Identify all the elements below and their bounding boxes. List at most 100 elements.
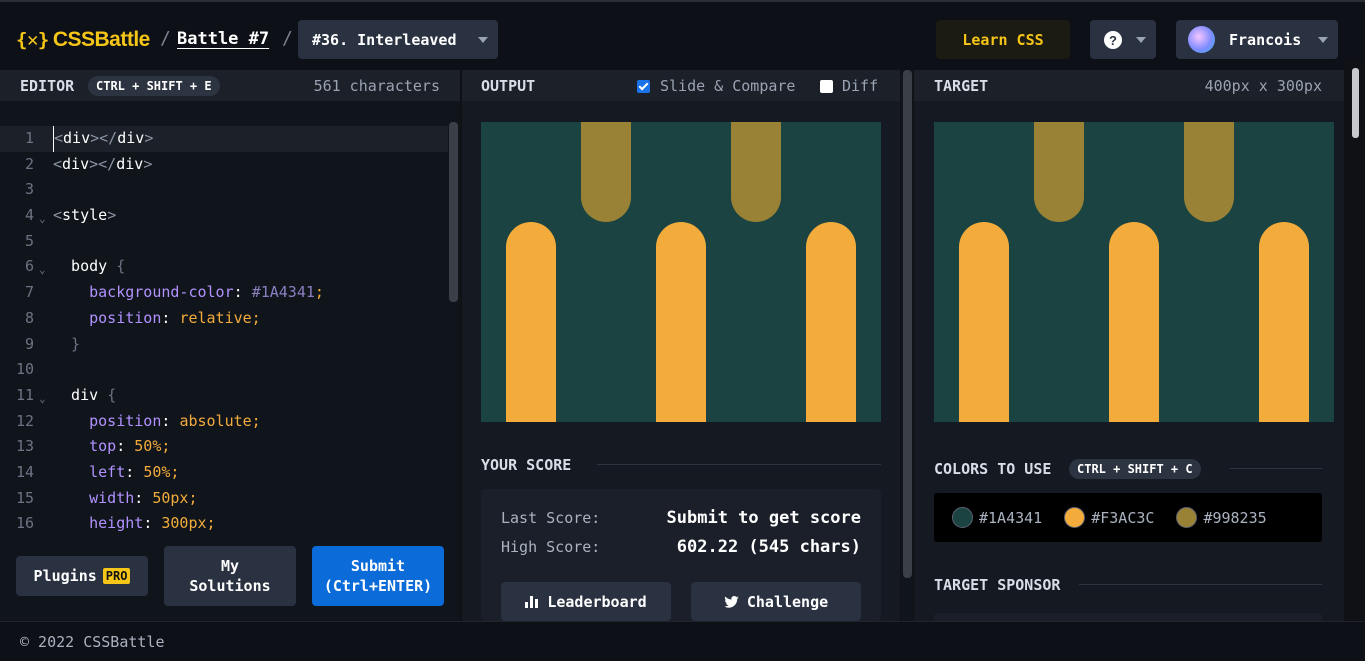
code-text: top: 50%;	[53, 434, 170, 460]
color-swatch[interactable]: #F3AC3C	[1064, 507, 1154, 528]
line-number: 1	[24, 129, 34, 147]
line-number: 12	[15, 411, 34, 430]
code-token: <	[53, 206, 63, 225]
color-dot	[952, 507, 973, 528]
olive-bar	[731, 122, 781, 222]
question-icon: ?	[1104, 31, 1122, 49]
target-select[interactable]: #36. Interleaved	[298, 20, 498, 59]
diff-checkbox[interactable]	[820, 80, 833, 93]
code-text: width: 50px;	[53, 486, 197, 512]
code-token: :	[116, 437, 135, 456]
code-token: #1A4341	[251, 283, 315, 302]
my-solutions-button[interactable]: My Solutions	[164, 546, 296, 606]
leaderboard-label: Leaderboard	[547, 592, 647, 611]
code-token: top	[53, 437, 117, 456]
target-select-value: #36. Interleaved	[312, 30, 457, 49]
code-line[interactable]: 10	[0, 357, 448, 383]
slide-compare-checkbox[interactable]	[637, 80, 650, 93]
code-line[interactable]: 15 width: 50px;	[0, 486, 448, 512]
challenge-button[interactable]: Challenge	[691, 582, 861, 621]
line-number: 3	[24, 180, 34, 199]
logo[interactable]: {✕} CSSBattle	[16, 28, 150, 52]
code-line[interactable]: 2 <div></div>	[0, 152, 448, 178]
submit-button[interactable]: Submit (Ctrl+ENTER)	[312, 546, 444, 606]
battle-link[interactable]: Battle #7	[177, 29, 269, 49]
character-count: 561 characters	[313, 77, 440, 95]
code-token: <	[53, 154, 63, 173]
code-line[interactable]: 9 }	[0, 332, 448, 358]
code-token: position	[53, 308, 162, 327]
code-line[interactable]: 13 top: 50%;	[0, 434, 448, 460]
slide-compare-label[interactable]: Slide & Compare	[660, 77, 795, 95]
line-number: 5	[24, 231, 34, 250]
code-text: body {	[53, 254, 125, 280]
code-line[interactable]: 5	[0, 229, 448, 255]
footer: © 2022 CSSBattle	[0, 621, 1365, 661]
editor-shortcut-badge: CTRL + SHIFT + E	[88, 76, 220, 96]
orange-bar	[656, 222, 706, 422]
top-nav: {✕} CSSBattle / Battle #7 / #36. Interle…	[0, 0, 1365, 70]
olive-bar	[1184, 122, 1234, 222]
output-scrollbar[interactable]	[901, 70, 913, 621]
plugins-button[interactable]: Plugins PRO	[16, 556, 148, 596]
code-token: >	[144, 129, 154, 147]
scrollbar-thumb[interactable]	[1352, 68, 1359, 138]
editor-header: EDITOR CTRL + SHIFT + E 561 characters	[0, 70, 460, 101]
user-menu-button[interactable]: Francois	[1176, 20, 1338, 59]
code-line[interactable]: 8 position: relative;	[0, 306, 448, 332]
colors-title: COLORS TO USE	[934, 460, 1052, 478]
line-number: 16	[15, 514, 34, 533]
target-image	[934, 122, 1334, 422]
code-token: div	[117, 129, 145, 147]
code-token: left	[53, 462, 126, 481]
line-number: 13	[15, 437, 34, 456]
code-line[interactable]: 16 height: 300px;	[0, 511, 448, 537]
challenge-label: Challenge	[746, 592, 829, 611]
code-text: div {	[53, 383, 116, 409]
code-line[interactable]: 11 ⌄ div {	[0, 383, 448, 409]
scrollbar-thumb[interactable]	[903, 70, 912, 578]
code-editor[interactable]: 1 <div></div> 2 <div></div> 3 4 ⌄ <style> 5 6 ⌄ bo…	[0, 126, 448, 537]
avatar	[1188, 26, 1215, 53]
line-number: 15	[15, 488, 34, 507]
line-number: 8	[24, 308, 34, 327]
submit-label-line1: Submit	[350, 557, 406, 575]
code-token: style	[62, 206, 108, 225]
output-canvas[interactable]	[481, 122, 881, 422]
code-token: {	[116, 257, 126, 276]
code-line[interactable]: 3	[0, 177, 448, 203]
line-number: 6	[24, 257, 34, 276]
leaderboard-button[interactable]: Leaderboard	[501, 582, 671, 621]
code-line[interactable]: 1 <div></div>	[0, 126, 448, 152]
code-token: background-color	[53, 283, 234, 302]
sponsor-card	[934, 613, 1322, 621]
code-line[interactable]: 6 ⌄ body {	[0, 254, 448, 280]
code-token: :	[134, 488, 153, 507]
line-number: 4	[24, 206, 34, 225]
color-swatch[interactable]: #1A4341	[952, 507, 1042, 528]
color-hex: #998235	[1203, 508, 1267, 527]
editor-scrollbar[interactable]	[449, 122, 458, 302]
learn-css-button[interactable]: Learn CSS	[936, 20, 1070, 59]
code-text: position: relative;	[53, 306, 261, 332]
code-line[interactable]: 12 position: absolute;	[0, 409, 448, 435]
last-score-value: Submit to get score	[666, 508, 861, 528]
target-dimensions: 400px x 300px	[1204, 77, 1322, 95]
code-token: :	[143, 514, 162, 533]
code-token: :	[161, 411, 180, 430]
code-line[interactable]: 7 background-color: #1A4341;	[0, 280, 448, 306]
twitter-icon	[724, 595, 739, 608]
code-token: <	[54, 129, 64, 147]
color-swatch[interactable]: #998235	[1176, 507, 1267, 528]
code-token: ></	[90, 129, 118, 147]
code-line[interactable]: 14 left: 50%;	[0, 460, 448, 486]
line-number: 9	[24, 334, 34, 353]
help-menu-button[interactable]: ?	[1090, 20, 1156, 59]
code-line[interactable]: 4 ⌄ <style>	[0, 203, 448, 229]
page-scrollbar[interactable]	[1344, 60, 1365, 620]
chevron-down-icon	[1136, 37, 1146, 43]
high-score-label: High Score:	[501, 538, 601, 556]
diff-label[interactable]: Diff	[842, 77, 878, 95]
copyright: © 2022 CSSBattle	[20, 633, 165, 651]
colors-shortcut-badge: CTRL + SHIFT + C	[1069, 459, 1201, 479]
